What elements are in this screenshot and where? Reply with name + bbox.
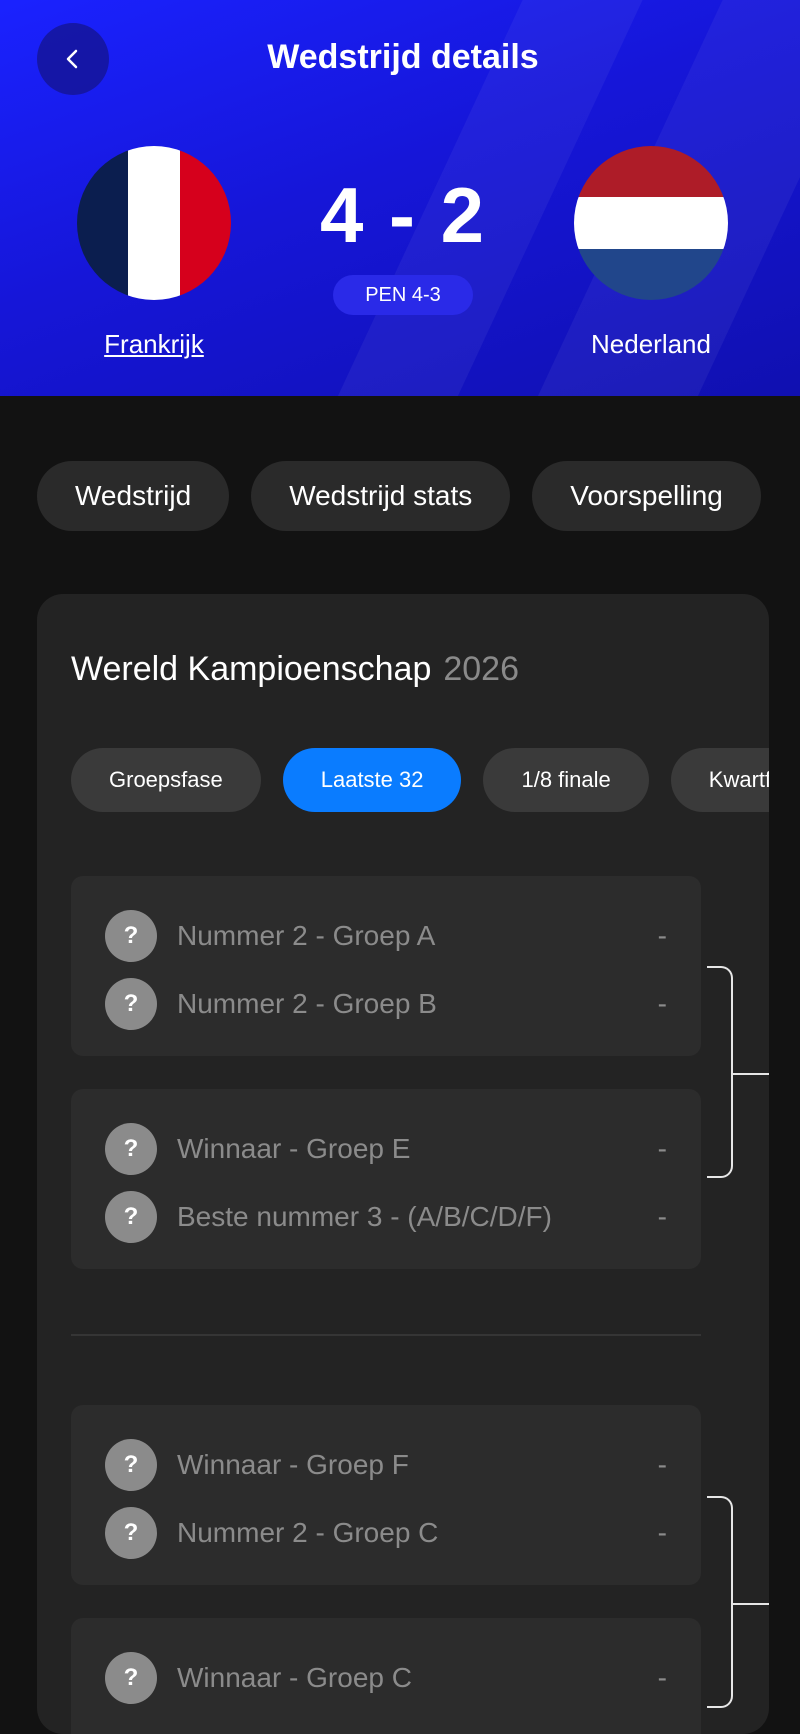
- round-laatste-32[interactable]: Laatste 32: [282, 748, 462, 812]
- tab-voorspelling[interactable]: Voorspelling: [532, 461, 761, 531]
- question-mark-icon: ?: [105, 978, 157, 1030]
- team-score: -: [657, 1662, 667, 1693]
- detail-tabs: Wedstrijd Wedstrijd stats Voorspelling: [37, 461, 761, 531]
- question-mark-icon: ?: [105, 1507, 157, 1559]
- team-score: -: [657, 1517, 667, 1548]
- bracket-team-row: ? Nummer 2 - Groep C -: [105, 1507, 667, 1559]
- bracket-match[interactable]: ? Winnaar - Groep C -: [71, 1618, 701, 1734]
- bracket-connector: [707, 966, 733, 1178]
- team-score: -: [657, 988, 667, 1019]
- team-score: -: [657, 1133, 667, 1164]
- tournament-name: Wereld Kampioenschap: [71, 650, 432, 688]
- question-mark-icon: ?: [105, 1652, 157, 1704]
- bracket-connector: [707, 1496, 733, 1708]
- bracket-team-row: ? Nummer 2 - Groep B -: [105, 978, 667, 1030]
- round-selector: Groepsfase Laatste 32 1/8 finale Kwartfi…: [71, 748, 769, 812]
- bracket-match[interactable]: ? Winnaar - Groep F - ? Nummer 2 - Groep…: [71, 1405, 701, 1585]
- tournament-year: 2026: [443, 650, 519, 688]
- netherlands-flag-icon[interactable]: [574, 146, 728, 300]
- bracket-team-row: ? Winnaar - Groep E -: [105, 1123, 667, 1175]
- section-divider: [71, 1334, 701, 1336]
- team-name: Winnaar - Groep F: [177, 1449, 409, 1480]
- bracket-team-row: ? Beste nummer 3 - (A/B/C/D/F) -: [105, 1191, 667, 1243]
- match-header: Wedstrijd details Frankrijk 4 - 2 PEN 4-…: [0, 0, 800, 396]
- question-mark-icon: ?: [105, 1123, 157, 1175]
- tournament-title: Wereld Kampioenschap 2026: [71, 650, 519, 689]
- question-mark-icon: ?: [105, 910, 157, 962]
- bracket-connector-line: [731, 1073, 769, 1075]
- question-mark-icon: ?: [105, 1191, 157, 1243]
- team-name: Nummer 2 - Groep C: [177, 1517, 439, 1548]
- tab-wedstrijd[interactable]: Wedstrijd: [37, 461, 230, 531]
- bracket-team-row: ? Winnaar - Groep C -: [105, 1652, 667, 1704]
- question-mark-icon: ?: [105, 1439, 157, 1491]
- tab-wedstrijd-stats[interactable]: Wedstrijd stats: [251, 461, 511, 531]
- home-team-name[interactable]: Frankrijk: [44, 329, 264, 360]
- tournament-card: Wereld Kampioenschap 2026 Groepsfase Laat…: [37, 594, 769, 1734]
- team-name: Nummer 2 - Groep A: [177, 920, 436, 951]
- away-team-name[interactable]: Nederland: [541, 329, 761, 360]
- bracket-match[interactable]: ? Nummer 2 - Groep A - ? Nummer 2 - Groe…: [71, 876, 701, 1056]
- team-name: Beste nummer 3 - (A/B/C/D/F): [177, 1201, 552, 1232]
- bracket-team-row: ? Nummer 2 - Groep A -: [105, 910, 667, 962]
- team-name: Winnaar - Groep E: [177, 1133, 411, 1164]
- round-kwartfinale[interactable]: Kwartfinale: [670, 748, 769, 812]
- round-groepsfase[interactable]: Groepsfase: [71, 748, 261, 812]
- page-title: Wedstrijd details: [267, 38, 539, 76]
- round-1-8-finale[interactable]: 1/8 finale: [483, 748, 649, 812]
- bracket-match[interactable]: ? Winnaar - Groep E - ? Beste nummer 3 -…: [71, 1089, 701, 1269]
- team-score: -: [657, 920, 667, 951]
- team-score: -: [657, 1449, 667, 1480]
- bracket-connector-line: [731, 1603, 769, 1605]
- team-name: Winnaar - Groep C: [177, 1662, 412, 1693]
- team-name: Nummer 2 - Groep B: [177, 988, 437, 1019]
- bracket-team-row: ? Winnaar - Groep F -: [105, 1439, 667, 1491]
- penalty-badge: PEN 4-3: [333, 275, 473, 315]
- team-score: -: [657, 1201, 667, 1232]
